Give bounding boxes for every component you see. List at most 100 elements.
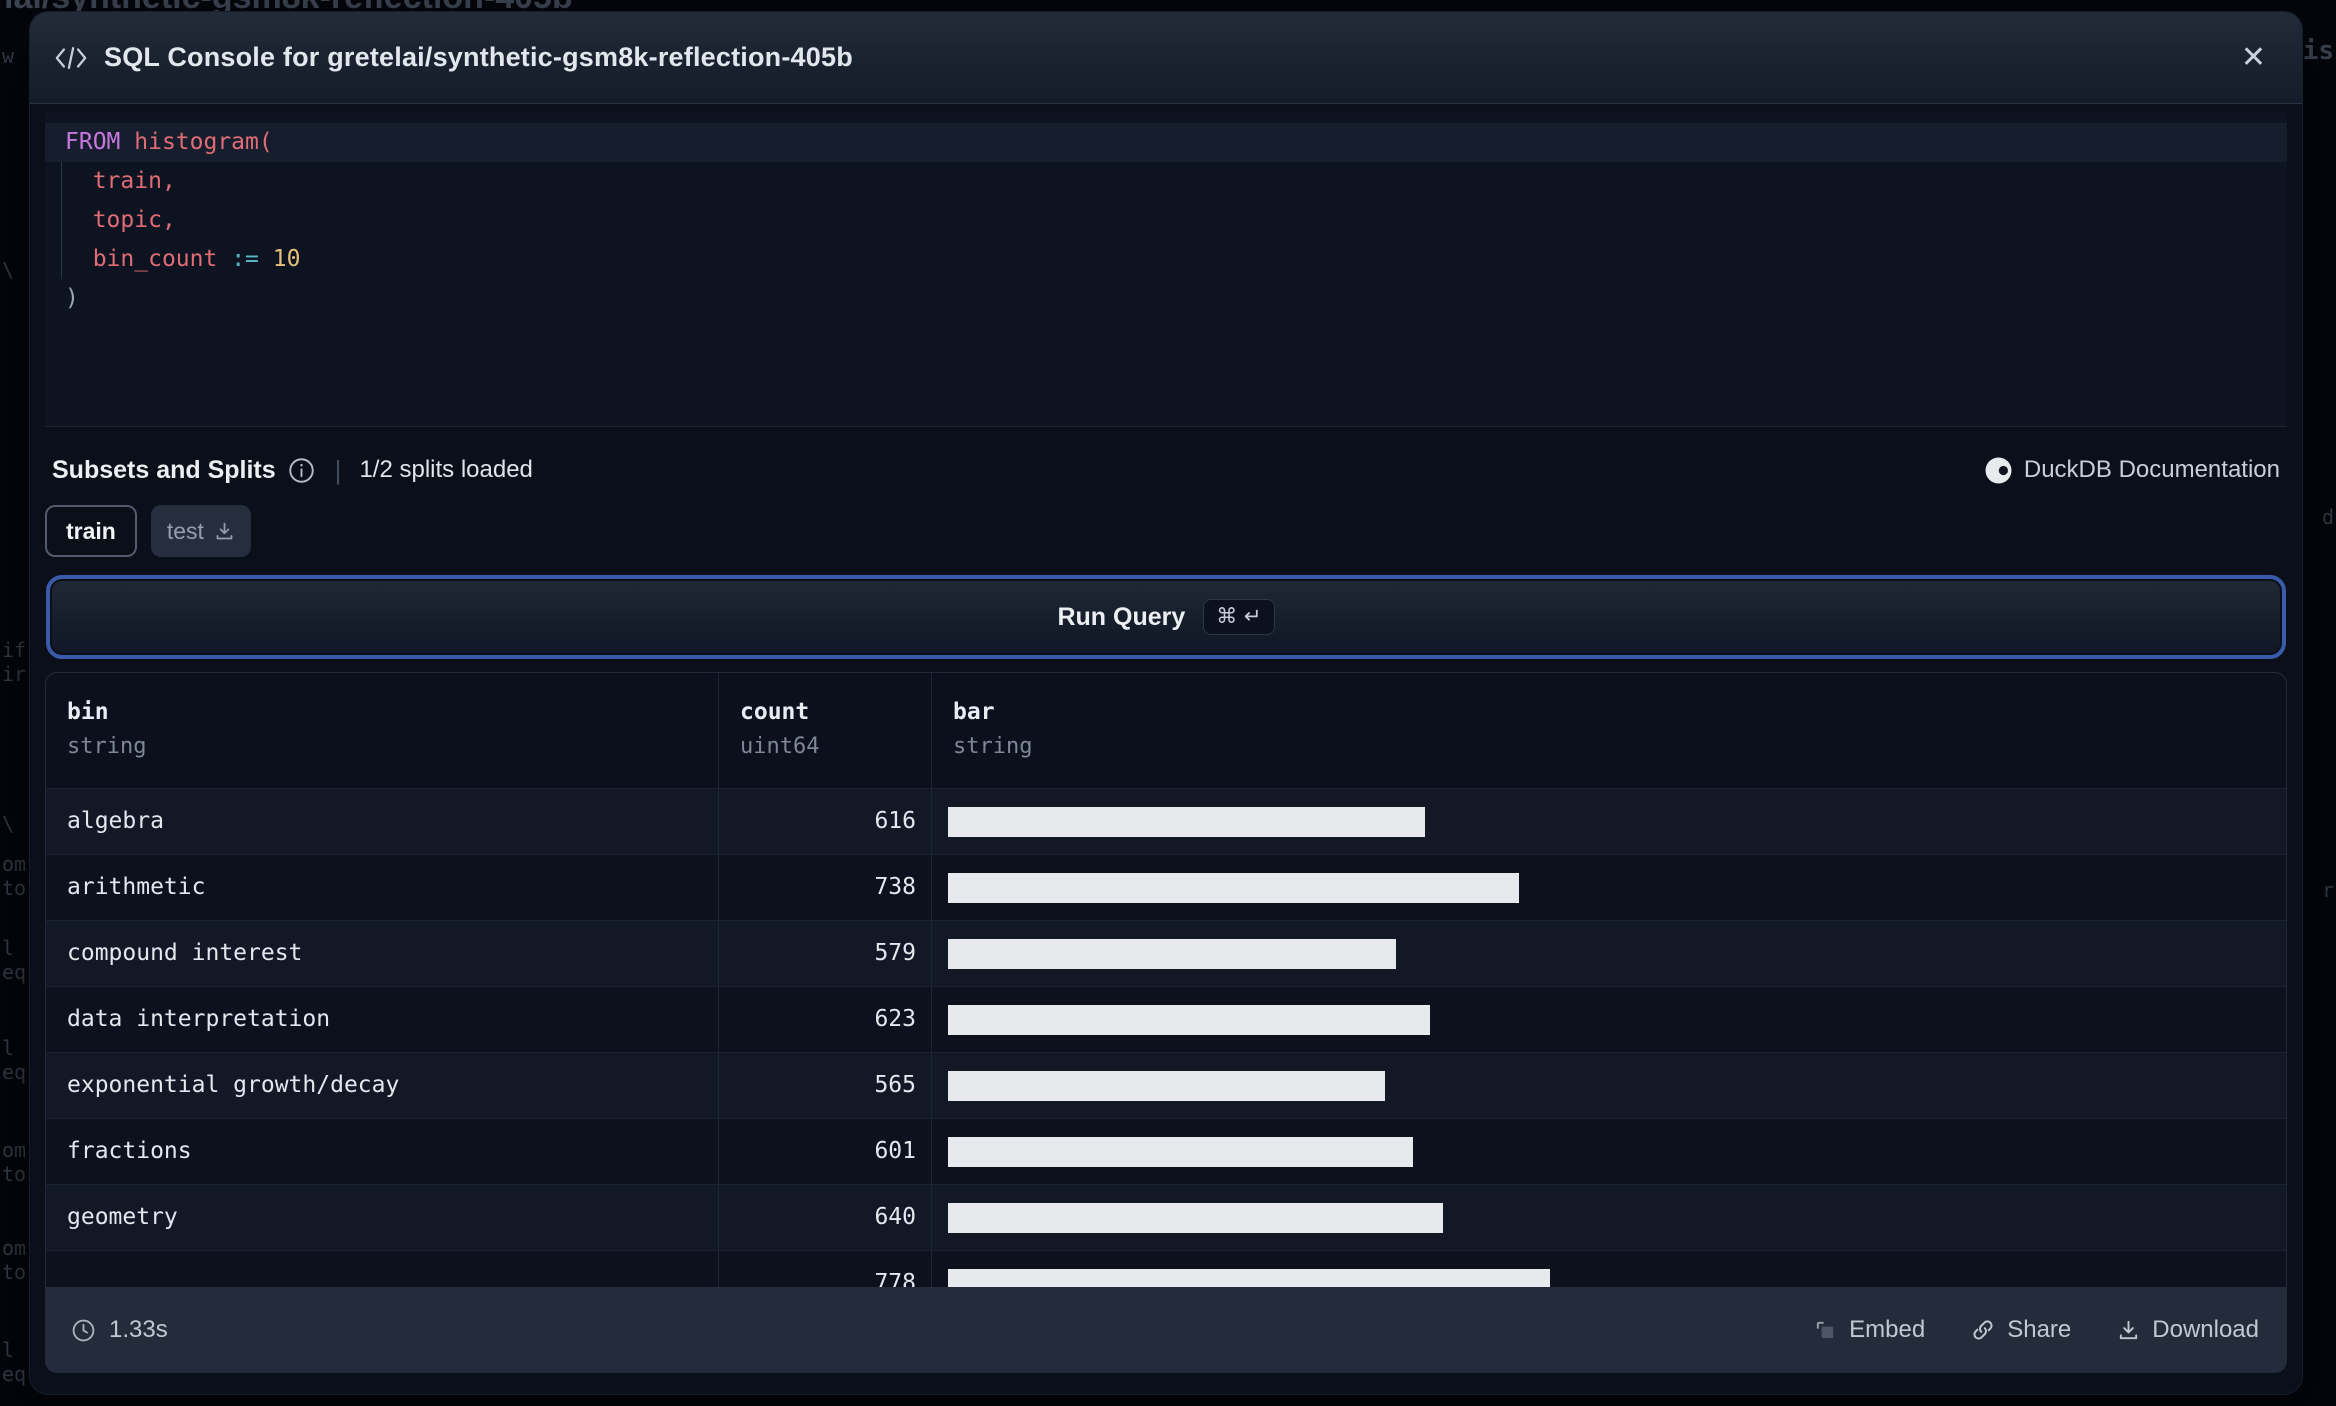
background-text-fragment: eq bbox=[2, 1060, 27, 1084]
modal-header: SQL Console for gretelai/synthetic-gsm8k… bbox=[30, 12, 2302, 104]
cell-bar bbox=[931, 1053, 2286, 1118]
cell-count: 640 bbox=[718, 1185, 931, 1250]
cell-count: 616 bbox=[718, 789, 931, 854]
table-row: fractions 601 bbox=[46, 1118, 2286, 1184]
background-text-fragment: eq bbox=[2, 960, 27, 984]
sql-editor[interactable]: FROM histogram( train, topic, bin_count … bbox=[45, 112, 2287, 427]
table-row: compound interest 579 bbox=[46, 920, 2286, 986]
column-header-bin: bin string bbox=[46, 673, 718, 788]
code-token: histogram( bbox=[134, 129, 273, 155]
cell-count: 579 bbox=[718, 921, 931, 986]
code-line: ) bbox=[45, 279, 2287, 318]
download-icon bbox=[2117, 1319, 2140, 1342]
background-text-fragment: om bbox=[2, 852, 27, 876]
cell-bar bbox=[931, 921, 2286, 986]
code-token: bin_count bbox=[92, 246, 218, 272]
code-line: topic, bbox=[45, 201, 2287, 240]
column-type: uint64 bbox=[740, 734, 820, 759]
split-test-label: test bbox=[166, 517, 204, 544]
download-label: Download bbox=[2152, 1316, 2259, 1343]
modal-footer: 1.33s Embed Share Download bbox=[45, 1287, 2287, 1373]
duckdb-icon bbox=[1985, 457, 2012, 484]
split-button-test[interactable]: test bbox=[150, 505, 251, 557]
info-icon[interactable] bbox=[288, 457, 315, 484]
code-token: FROM bbox=[65, 129, 121, 155]
background-text-fragment: om bbox=[2, 1138, 27, 1162]
histogram-bar bbox=[948, 939, 1396, 969]
download-button[interactable]: Download bbox=[2117, 1316, 2259, 1344]
background-text-fragment: \ bbox=[2, 258, 15, 282]
embed-label: Embed bbox=[1849, 1316, 1926, 1343]
column-type: string bbox=[953, 734, 1033, 759]
column-name: count bbox=[740, 699, 810, 725]
cell-bar bbox=[931, 1251, 2286, 1287]
table-row: arithmetic 738 bbox=[46, 854, 2286, 920]
background-text-fragment: \ bbox=[2, 812, 15, 836]
cell-bin bbox=[46, 1251, 718, 1287]
run-query-button[interactable]: Run Query ⌘ ↵ bbox=[46, 575, 2286, 659]
share-label: Share bbox=[2007, 1316, 2072, 1343]
column-header-count: count uint64 bbox=[718, 673, 931, 788]
background-text-fragment: l bbox=[2, 1036, 15, 1060]
cell-count: 778 bbox=[718, 1251, 931, 1287]
close-icon[interactable]: ✕ bbox=[2231, 37, 2276, 79]
cell-bin: algebra bbox=[67, 808, 164, 834]
table-row: geometry 640 bbox=[46, 1184, 2286, 1250]
modal-title: SQL Console for gretelai/synthetic-gsm8k… bbox=[104, 42, 853, 72]
column-name: bin bbox=[67, 699, 109, 725]
background-text-fragment: to bbox=[2, 1162, 27, 1186]
background-text-fragment: eq bbox=[2, 1362, 27, 1386]
code-line: FROM histogram( bbox=[45, 123, 2287, 162]
background-text-fragment: ir bbox=[2, 662, 27, 686]
share-button[interactable]: Share bbox=[1971, 1316, 2071, 1344]
column-type: string bbox=[67, 734, 147, 759]
cell-count: 565 bbox=[718, 1053, 931, 1118]
query-duration: 1.33s bbox=[109, 1316, 168, 1343]
splits-row: train test bbox=[30, 505, 2302, 557]
cell-bin: fractions bbox=[67, 1138, 192, 1164]
background-text-fragment: l bbox=[2, 936, 15, 960]
embed-icon bbox=[1814, 1319, 1837, 1342]
cell-bin: arithmetic bbox=[67, 874, 206, 900]
histogram-bar bbox=[948, 1203, 1443, 1233]
embed-button[interactable]: Embed bbox=[1814, 1316, 1925, 1344]
background-text-fragment: om bbox=[2, 1236, 27, 1260]
subsets-section: Subsets and Splits | 1/2 splits loaded D… bbox=[30, 451, 2302, 489]
footer-actions: Embed Share Download bbox=[1814, 1316, 2259, 1344]
background-text-fragment: if bbox=[2, 638, 27, 662]
background-text-fragment: l bbox=[2, 1338, 15, 1362]
cell-bar bbox=[931, 1119, 2286, 1184]
table-header: bin string count uint64 bar string bbox=[46, 673, 2286, 788]
cell-count: 623 bbox=[718, 987, 931, 1052]
split-train-label: train bbox=[66, 517, 116, 544]
histogram-bar bbox=[948, 1071, 1385, 1101]
clock-icon bbox=[71, 1318, 96, 1343]
column-name: bar bbox=[953, 699, 995, 725]
cell-count: 601 bbox=[718, 1119, 931, 1184]
duckdb-docs-link[interactable]: DuckDB Documentation bbox=[1985, 456, 2280, 484]
cell-bar bbox=[931, 855, 2286, 920]
background-text-fragment: is bbox=[2302, 36, 2334, 66]
table-row: data interpretation 623 bbox=[46, 986, 2286, 1052]
run-query-label: Run Query bbox=[1057, 602, 1186, 631]
histogram-bar bbox=[948, 1269, 1550, 1287]
background-text-fragment: to bbox=[2, 1260, 27, 1284]
code-line: train, bbox=[45, 162, 2287, 201]
cell-bin: geometry bbox=[67, 1204, 178, 1230]
duckdb-docs-label: DuckDB Documentation bbox=[2023, 456, 2280, 483]
results-table: bin string count uint64 bar string algeb… bbox=[45, 672, 2287, 1287]
table-body: algebra 616 arithmetic 738 compound interest… bbox=[46, 788, 2286, 1287]
divider: | bbox=[334, 454, 342, 485]
histogram-bar bbox=[948, 1005, 1430, 1035]
code-token: topic, bbox=[92, 207, 176, 233]
split-button-train[interactable]: train bbox=[45, 505, 137, 557]
download-icon bbox=[214, 521, 235, 542]
histogram-bar bbox=[948, 873, 1519, 903]
cell-bin: data interpretation bbox=[67, 1006, 331, 1032]
